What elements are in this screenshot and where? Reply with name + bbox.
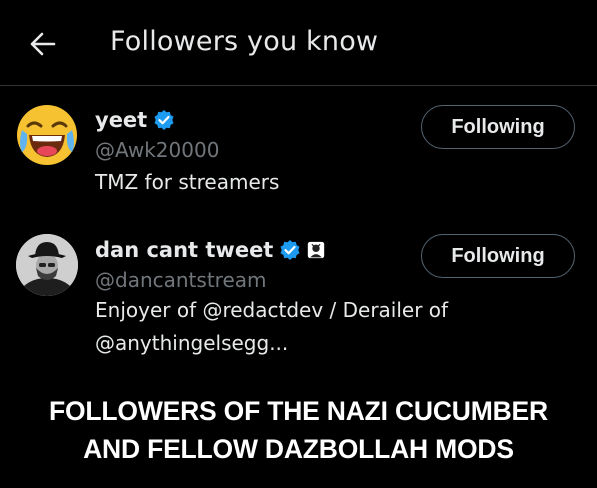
back-button[interactable] — [26, 28, 58, 60]
user-bio: Enjoyer of @redactdev / Derailer of @any… — [95, 294, 448, 360]
user-handle: @Awk20000 — [95, 138, 220, 162]
follower-row[interactable]: yeet @Awk20000 TMZ for streamers Followi… — [0, 86, 597, 216]
user-name[interactable]: dan cant tweet — [95, 238, 273, 262]
avatar[interactable] — [16, 104, 78, 166]
user-name[interactable]: yeet — [95, 108, 147, 132]
page-title: Followers you know — [110, 26, 379, 57]
follower-row[interactable]: dan cant tweet @dancantstream Enjoyer of… — [0, 216, 597, 376]
user-name-line[interactable]: yeet — [95, 108, 175, 132]
user-name-line[interactable]: dan cant tweet — [95, 238, 325, 262]
following-button[interactable]: Following — [421, 234, 575, 278]
man-in-hat-photo-avatar — [16, 234, 78, 296]
caption-line-1: FOLLOWERS OF THE NAZI CUCUMBER — [49, 396, 548, 426]
following-button[interactable]: Following — [421, 105, 575, 149]
header: Followers you know — [0, 0, 597, 86]
caption-line-2: AND FELLOW DAZBOLLAH MODS — [83, 434, 514, 464]
avatar[interactable] — [16, 234, 78, 296]
bio-line: @anythingelsegg... — [95, 331, 289, 355]
bio-line: Enjoyer of @redactdev / Derailer of — [95, 298, 449, 322]
verified-badge-icon — [154, 110, 174, 130]
meme-caption: FOLLOWERS OF THE NAZI CUCUMBER AND FELLO… — [0, 392, 597, 468]
user-handle: @dancantstream — [95, 268, 267, 292]
verified-badge-icon — [280, 240, 300, 260]
laughing-emoji-avatar — [17, 105, 77, 165]
affiliate-badge-icon — [308, 241, 325, 259]
arrow-left-icon — [30, 32, 56, 56]
bio-line: TMZ for streamers — [95, 170, 280, 194]
user-bio: TMZ for streamers — [95, 166, 279, 199]
